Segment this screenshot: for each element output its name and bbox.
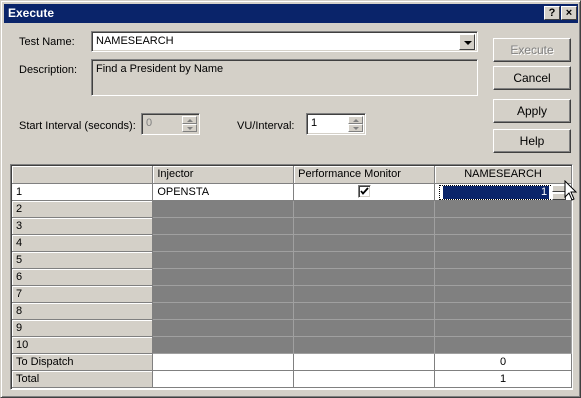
table-row[interactable]: 7 xyxy=(12,285,572,303)
table-row[interactable]: 2 xyxy=(12,200,572,218)
to-dispatch-row: To Dispatch 0 xyxy=(12,353,572,371)
chevron-down-icon[interactable] xyxy=(459,34,475,50)
vu-interval-label: VU/Interval: xyxy=(237,120,295,132)
vu-interval-spinner[interactable]: 1 xyxy=(306,113,366,135)
namesearch-cell[interactable]: 1 xyxy=(434,183,572,201)
table-row[interactable]: 10 xyxy=(12,336,572,354)
title-bar[interactable]: Execute ? × xyxy=(4,4,578,23)
description-value: Find a President by Name xyxy=(96,63,224,75)
apply-button[interactable]: Apply xyxy=(493,99,571,123)
start-interval-label: Start Interval (seconds): xyxy=(19,120,136,132)
performance-monitor-checkbox[interactable] xyxy=(357,185,371,198)
performance-monitor-column-header[interactable]: Performance Monitor xyxy=(293,166,436,184)
spin-down-icon[interactable] xyxy=(348,124,363,132)
table-row[interactable]: 5 xyxy=(12,251,572,269)
start-interval-spinner[interactable]: 0 xyxy=(141,113,200,135)
spin-up-icon[interactable] xyxy=(182,116,197,124)
row-header[interactable]: 7 xyxy=(12,285,154,303)
vu-interval-spin-buttons[interactable] xyxy=(348,116,363,132)
table-row[interactable]: 9 xyxy=(12,319,572,337)
row-header[interactable]: 4 xyxy=(12,234,154,252)
corner-header xyxy=(12,166,154,184)
row-header[interactable]: 2 xyxy=(12,200,154,218)
row-header[interactable]: 1 xyxy=(12,183,154,201)
total-value: 1 xyxy=(434,370,572,388)
help-button[interactable]: Help xyxy=(493,129,571,153)
to-dispatch-label: To Dispatch xyxy=(12,353,154,371)
total-row: Total 1 xyxy=(12,370,572,388)
row-header[interactable]: 6 xyxy=(12,268,154,286)
test-name-label: Test Name: xyxy=(19,36,75,48)
help-icon[interactable]: ? xyxy=(544,6,560,20)
vu-interval-value: 1 xyxy=(311,117,318,129)
row-header[interactable]: 5 xyxy=(12,251,154,269)
table-row[interactable]: 6 xyxy=(12,268,572,286)
performance-monitor-cell[interactable] xyxy=(293,183,436,201)
table-row[interactable]: 8 xyxy=(12,302,572,320)
namesearch-value-input[interactable]: 1 xyxy=(443,185,550,199)
row-header[interactable]: 9 xyxy=(12,319,154,337)
row-header[interactable]: 8 xyxy=(12,302,154,320)
injector-column-header[interactable]: Injector xyxy=(152,166,295,184)
row-header[interactable]: 10 xyxy=(12,336,154,354)
cancel-button[interactable]: Cancel xyxy=(493,66,571,90)
window-title: Execute xyxy=(8,6,55,20)
description-label: Description: xyxy=(19,64,78,76)
to-dispatch-value: 0 xyxy=(434,353,572,371)
spin-up-icon[interactable] xyxy=(348,116,363,124)
row-header[interactable]: 3 xyxy=(12,217,154,235)
grid-table: Injector Performance Monitor NAMESEARCH … xyxy=(12,166,572,388)
start-interval-spin-buttons[interactable] xyxy=(182,116,197,132)
injector-cell[interactable]: OPENSTA xyxy=(152,183,295,201)
execute-button[interactable]: Execute xyxy=(493,38,571,62)
test-name-value: NAMESEARCH xyxy=(96,35,174,47)
table-row[interactable]: 4 xyxy=(12,234,572,252)
checkmark-icon xyxy=(359,187,369,195)
close-icon[interactable]: × xyxy=(561,6,577,20)
grid-header-row: Injector Performance Monitor NAMESEARCH xyxy=(12,166,572,184)
mouse-cursor-icon xyxy=(564,180,578,201)
dispatch-grid[interactable]: Injector Performance Monitor NAMESEARCH … xyxy=(10,164,573,390)
namesearch-column-header[interactable]: NAMESEARCH xyxy=(434,166,572,184)
test-name-combobox[interactable]: NAMESEARCH xyxy=(91,31,478,52)
start-interval-value: 0 xyxy=(146,117,153,129)
spin-down-icon[interactable] xyxy=(182,124,197,132)
table-row[interactable]: 1 OPENSTA 1 xyxy=(12,183,572,201)
execute-dialog: Execute ? × Test Name: NAMESEARCH Descri… xyxy=(0,0,581,398)
description-field[interactable]: Find a President by Name xyxy=(91,59,478,96)
table-row[interactable]: 3 xyxy=(12,217,572,235)
total-label: Total xyxy=(12,370,154,388)
